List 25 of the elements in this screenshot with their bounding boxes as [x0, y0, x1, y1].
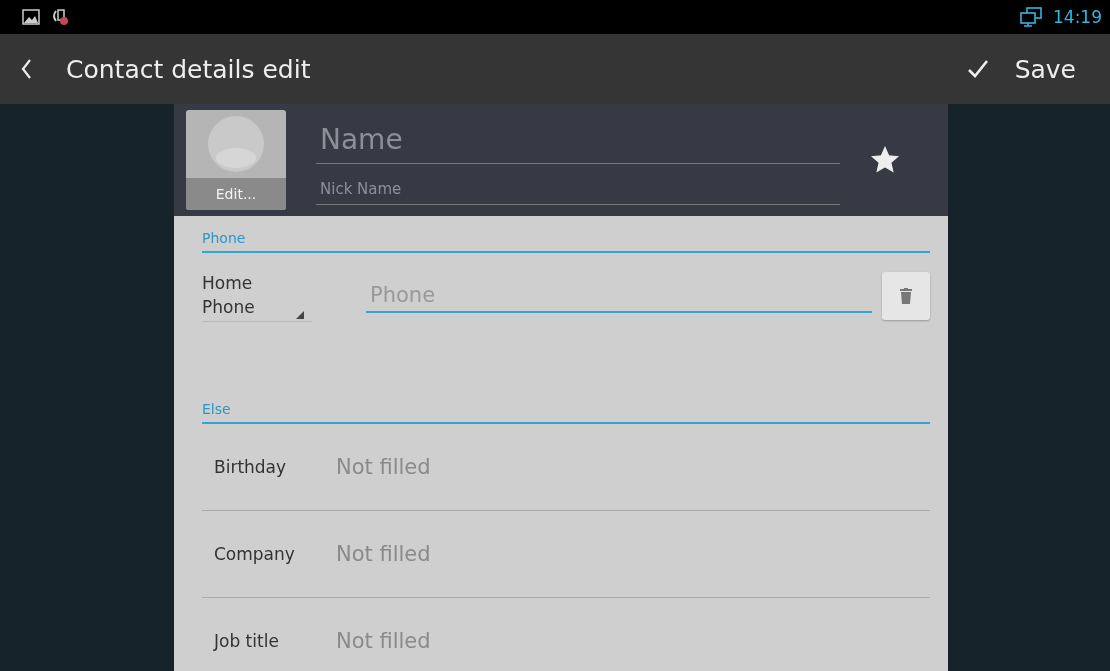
screen-title: Contact details edit: [66, 54, 312, 84]
edit-photo-button[interactable]: Edit...: [186, 178, 286, 210]
network-monitors-icon: [1019, 7, 1043, 27]
field-value[interactable]: Not filled: [336, 629, 431, 653]
avatar-silhouette-icon: [206, 114, 266, 174]
field-label: Job title: [214, 631, 280, 651]
name-field[interactable]: Name: [316, 115, 840, 164]
call-blocked-icon: [50, 8, 70, 26]
checkmark-icon: [966, 59, 989, 79]
image-icon: [22, 9, 40, 25]
star-icon[interactable]: [870, 145, 900, 175]
trash-icon: [900, 288, 912, 304]
back-icon[interactable]: [20, 58, 32, 80]
field-value[interactable]: Not filled: [336, 542, 431, 566]
phone-type-dropdown[interactable]: Home Phone: [202, 270, 312, 322]
field-label: Company: [214, 544, 296, 564]
field-value[interactable]: Not filled: [336, 455, 431, 479]
contact-photo[interactable]: Edit...: [186, 110, 286, 210]
section-header: Phone: [202, 216, 930, 253]
nickname-field[interactable]: Nick Name: [316, 174, 840, 205]
delete-button[interactable]: [882, 272, 930, 320]
field-label: Birthday: [214, 457, 288, 477]
section-header: Else: [202, 387, 930, 424]
clock-time: 14:19: [1053, 7, 1102, 27]
save-button[interactable]: Save: [962, 48, 1080, 90]
